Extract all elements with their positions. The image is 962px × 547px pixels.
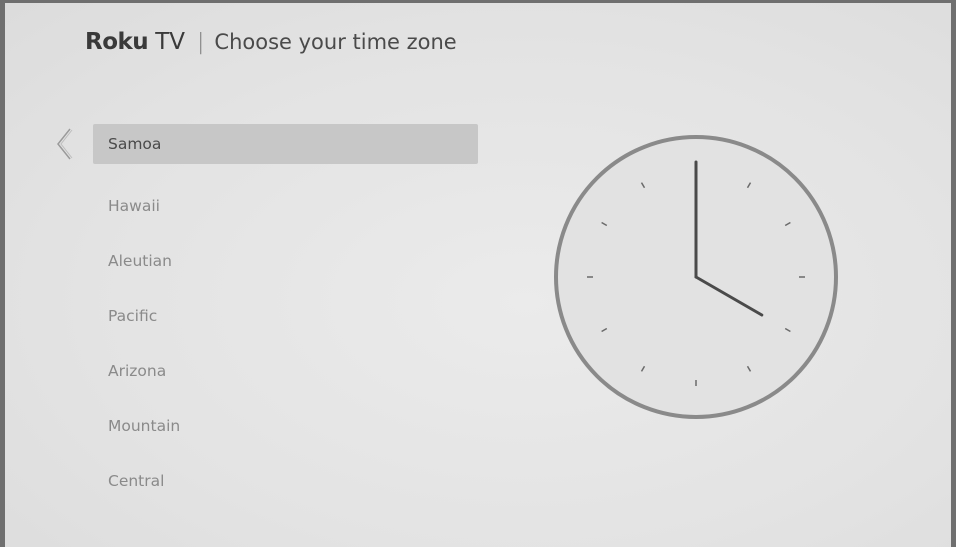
header-divider: | bbox=[196, 29, 205, 55]
timezone-option-mountain[interactable]: Mountain bbox=[93, 399, 478, 454]
timezone-option-hawaii[interactable]: Hawaii bbox=[93, 179, 478, 234]
timezone-list: Samoa Hawaii Aleutian Pacific Arizona Mo… bbox=[93, 124, 478, 509]
page-title: Choose your time zone bbox=[214, 30, 457, 54]
roku-tv-logo: Roku TV bbox=[85, 29, 185, 55]
logo-product: TV bbox=[155, 29, 185, 55]
time-zone-screen: Roku TV | Choose your time zone Samoa Ha… bbox=[0, 0, 956, 547]
analog-clock-icon bbox=[554, 135, 838, 419]
chevron-left-icon[interactable] bbox=[53, 127, 75, 161]
logo-brand: Roku bbox=[85, 29, 149, 55]
header: Roku TV | Choose your time zone bbox=[85, 29, 457, 55]
timezone-option-pacific[interactable]: Pacific bbox=[93, 289, 478, 344]
timezone-option-samoa[interactable]: Samoa bbox=[93, 124, 478, 164]
timezone-option-arizona[interactable]: Arizona bbox=[93, 344, 478, 399]
timezone-option-central[interactable]: Central bbox=[93, 454, 478, 509]
timezone-option-aleutian[interactable]: Aleutian bbox=[93, 234, 478, 289]
